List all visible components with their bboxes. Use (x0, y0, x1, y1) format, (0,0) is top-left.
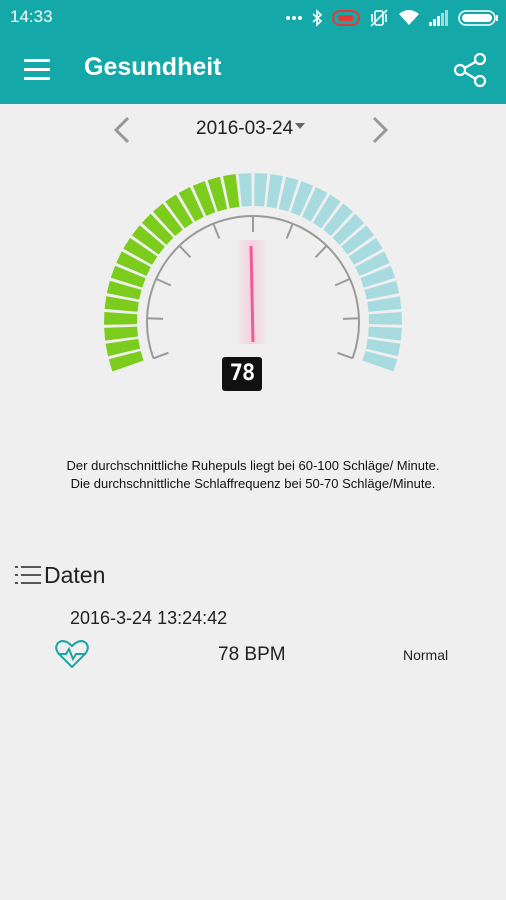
share-icon (453, 52, 487, 88)
record-value: 78 BPM (218, 644, 286, 665)
gauge-segment (104, 296, 139, 312)
caret-down-icon (295, 123, 306, 129)
gauge-tick (334, 277, 351, 287)
list-icon (15, 566, 41, 584)
battery-icon (458, 9, 498, 27)
wifi-icon (398, 9, 420, 27)
page-title: Gesundheit (84, 53, 222, 81)
status-bar: 14:33 (0, 0, 506, 36)
heart-rate-icon (55, 640, 89, 669)
gauge-tick (285, 223, 294, 239)
data-section-header: Daten (14, 560, 105, 590)
dots-icon (286, 15, 302, 21)
gauge-segment (104, 312, 138, 325)
menu-button[interactable] (20, 53, 56, 87)
gauge-segment (368, 326, 402, 341)
gauge-segment (367, 296, 402, 312)
data-section-title: Daten (44, 561, 106, 588)
gauge-tick (155, 277, 172, 287)
gauge-tick (314, 245, 328, 258)
gauge-needle (249, 245, 255, 343)
date-navigation: 2016-03-24 (0, 108, 506, 152)
gauge-segment (368, 312, 402, 325)
gauge-tick (342, 317, 359, 320)
bluetooth-icon (311, 9, 323, 27)
chevron-left-icon (113, 116, 130, 144)
chevron-right-icon (372, 116, 389, 144)
previous-day-button[interactable] (108, 112, 136, 148)
gauge-tick (178, 245, 192, 258)
gauge-segment (238, 173, 252, 207)
record-icon (332, 9, 360, 27)
gauge-tick (147, 317, 164, 320)
gauge-tick (212, 223, 221, 239)
record-row[interactable]: 78 BPM Normal (0, 636, 506, 676)
vibrate-icon (369, 8, 389, 28)
gauge-tick (153, 351, 169, 360)
app-bar: Gesundheit (0, 36, 506, 104)
next-day-button[interactable] (366, 112, 394, 148)
date-selector[interactable]: 2016-03-24 (196, 118, 306, 140)
gauge-tick (337, 351, 353, 360)
info-text: Der durchschnittliche Ruhepuls liegt bei… (66, 458, 440, 491)
signal-icon (429, 10, 449, 26)
status-icons (286, 7, 498, 29)
record-timestamp: 2016-3-24 13:24:42 (70, 608, 228, 628)
share-button[interactable] (450, 50, 490, 90)
gauge-value: 78 (222, 357, 262, 391)
menu-icon (24, 59, 50, 80)
gauge-segment (254, 173, 268, 207)
record-status: Normal (403, 647, 449, 663)
gauge-segment (104, 326, 138, 341)
status-time: 14:33 (10, 7, 53, 26)
heart-rate-gauge: 78 (0, 152, 506, 412)
selected-date: 2016-03-24 (196, 118, 294, 139)
